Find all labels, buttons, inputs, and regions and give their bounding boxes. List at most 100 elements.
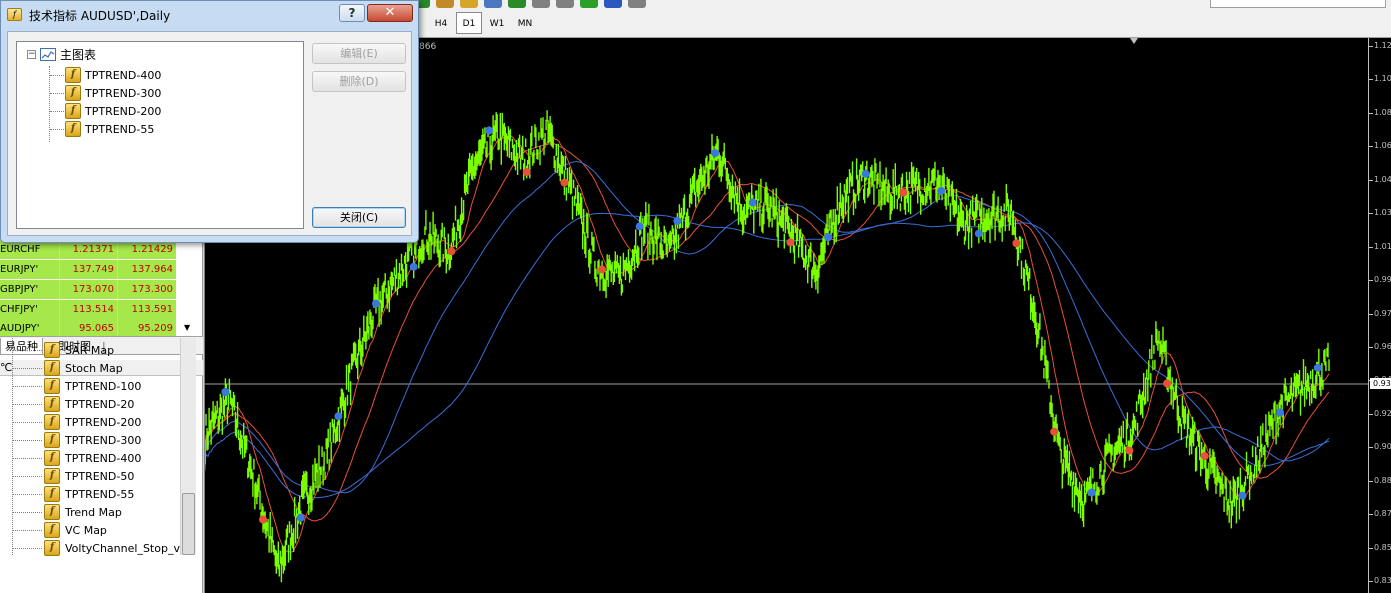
toolbar-tool-icon[interactable]: [556, 0, 574, 8]
help-button[interactable]: ?: [339, 4, 365, 22]
navigator-item-label: TPTREND-20: [65, 397, 135, 411]
timeframe-d1-button[interactable]: D1: [456, 12, 482, 34]
buy-signal-dot: [372, 299, 380, 308]
toolbar-tool-icon[interactable]: [604, 0, 622, 8]
tree-connector: [12, 494, 42, 495]
timeframe-h4-button[interactable]: H4: [428, 12, 454, 34]
buy-signal-dot: [974, 229, 983, 238]
price-tick-mark: [1369, 447, 1373, 449]
market-watch-row[interactable]: GBPJPY' 173.070 173.300: [0, 280, 196, 299]
indicator-icon: f: [65, 103, 81, 119]
sell-signal-dot: [1163, 379, 1172, 388]
price-tick-label: 0.85: [1374, 542, 1391, 552]
navigator-scrollbar[interactable]: [180, 338, 196, 555]
tree-connector: [12, 530, 42, 531]
price-tick-mark: [1369, 514, 1373, 516]
market-watch-row[interactable]: CHFJPY' 113.514 113.591: [0, 300, 196, 319]
collapse-icon[interactable]: −: [27, 50, 36, 59]
scroll-down-icon[interactable]: ▼: [184, 323, 190, 332]
indicator-icon: f: [44, 378, 60, 394]
scrollbar-thumb[interactable]: [182, 493, 195, 555]
tree-connector: [12, 386, 42, 387]
timeframe-w1-button[interactable]: W1: [484, 12, 510, 34]
toolbar-tool-icon[interactable]: [628, 0, 646, 8]
dialog-app-icon: f: [7, 8, 22, 21]
navigator-item[interactable]: f TPTREND-300: [44, 431, 141, 449]
indicator-icon: f: [44, 468, 60, 484]
price-tick-mark: [1369, 547, 1373, 549]
tree-item-indicator[interactable]: f TPTREND-200: [65, 103, 161, 119]
search-input[interactable]: [1210, 0, 1386, 8]
price-tick-mark: [1369, 179, 1373, 181]
tree-item-indicator[interactable]: f TPTREND-400: [65, 67, 161, 83]
price-tick-label: 0.88: [1374, 475, 1391, 485]
navigator-item-label: TPTREND-55: [65, 487, 135, 501]
indicator-icon: f: [44, 504, 60, 520]
buy-signal-dot: [221, 388, 230, 396]
indicator-icon: f: [44, 396, 60, 412]
timeframe-mn-button[interactable]: MN: [512, 12, 538, 34]
dialog-close-button[interactable]: ✕: [367, 4, 413, 22]
tree-connector: [12, 548, 42, 549]
dialog-body: − 主图表 f TPTREND-400 f TPTREND-300 f TPTR…: [7, 31, 412, 236]
navigator-item[interactable]: f TPTREND-55: [44, 485, 134, 503]
tree-connector: [12, 512, 42, 513]
navigator-item[interactable]: f SAR Map: [44, 341, 114, 359]
market-watch-row[interactable]: EURJPY' 137.749 137.964: [0, 260, 196, 279]
tree-root-label: 主图表: [60, 48, 97, 62]
navigator-item[interactable]: f TPTREND-400: [44, 449, 141, 467]
price-axis[interactable]: 1.12 1.10 1.08 1.06 1.04 1.03 1.01 0.99 0.97 0.96…: [1368, 38, 1391, 593]
toolbar-tool-icon[interactable]: [508, 0, 526, 8]
price-tick-mark: [1369, 46, 1373, 47]
tree-item-indicator[interactable]: f TPTREND-300: [65, 85, 161, 101]
buy-signal-dot: [748, 198, 757, 207]
sell-signal-dot: [786, 238, 795, 247]
navigator-item[interactable]: f Stoch Map: [44, 359, 123, 377]
price-tick-label: 0.83: [1374, 576, 1391, 585]
navigator-item[interactable]: f TPTREND-100: [44, 377, 141, 395]
sell-signal-dot: [447, 247, 456, 256]
toolbar-tool-icon[interactable]: [460, 0, 478, 8]
buy-signal-dot: [711, 149, 720, 158]
sell-signal-dot: [598, 265, 607, 274]
tree-connector: [12, 422, 42, 423]
price-tick-label: 1.12: [1374, 41, 1391, 50]
navigator-item-label: VC Map: [65, 523, 107, 537]
tree-item-indicator[interactable]: f TPTREND-55: [65, 121, 154, 137]
price-tick-label: 0.97: [1374, 308, 1391, 318]
navigator-item[interactable]: f TPTREND-200: [44, 413, 141, 431]
shift-marker-icon: [1130, 38, 1138, 44]
toolbar-tool-icon[interactable]: [436, 0, 454, 8]
navigator-item[interactable]: f VoltyChannel_Stop_v.: [44, 539, 183, 557]
navigator-item[interactable]: f TPTREND-50: [44, 467, 134, 485]
ask-cell: 113.591: [118, 300, 176, 319]
buy-signal-dot: [937, 186, 946, 195]
navigator-item[interactable]: f Trend Map: [44, 503, 122, 521]
close-button[interactable]: 关闭(C): [312, 207, 406, 228]
indicator-icon: f: [65, 85, 81, 101]
navigator-item-label: TPTREND-100: [65, 379, 142, 393]
toolbar-tool-icon[interactable]: [532, 0, 550, 8]
chart-corner-label: 866: [419, 42, 437, 52]
indicator-icon: f: [65, 67, 81, 83]
edit-button[interactable]: 编辑(E): [312, 43, 406, 64]
tree-item-label: TPTREND-300: [85, 86, 162, 100]
indicator-icon: f: [44, 414, 60, 430]
tree-root-item[interactable]: − 主图表: [27, 46, 96, 63]
delete-button[interactable]: 删除(D): [312, 71, 406, 92]
toolbar-tool-icon[interactable]: [580, 0, 598, 8]
tree-connector: [50, 93, 64, 94]
bid-cell: 113.514: [60, 300, 118, 319]
tree-connector: [12, 368, 42, 369]
indicator-icon: f: [44, 486, 60, 502]
toolbar-tool-icon[interactable]: [484, 0, 502, 8]
tree-connector: [12, 440, 42, 441]
navigator-item-label: TPTREND-300: [65, 433, 142, 447]
price-tick-label: 1.08: [1374, 107, 1391, 117]
tree-connector: [50, 129, 64, 130]
navigator-item[interactable]: f VC Map: [44, 521, 107, 539]
indicator-icon: f: [44, 540, 60, 556]
symbol-cell: CHFJPY': [0, 300, 60, 319]
navigator-item[interactable]: f TPTREND-20: [44, 395, 134, 413]
buy-signal-dot: [635, 222, 644, 231]
